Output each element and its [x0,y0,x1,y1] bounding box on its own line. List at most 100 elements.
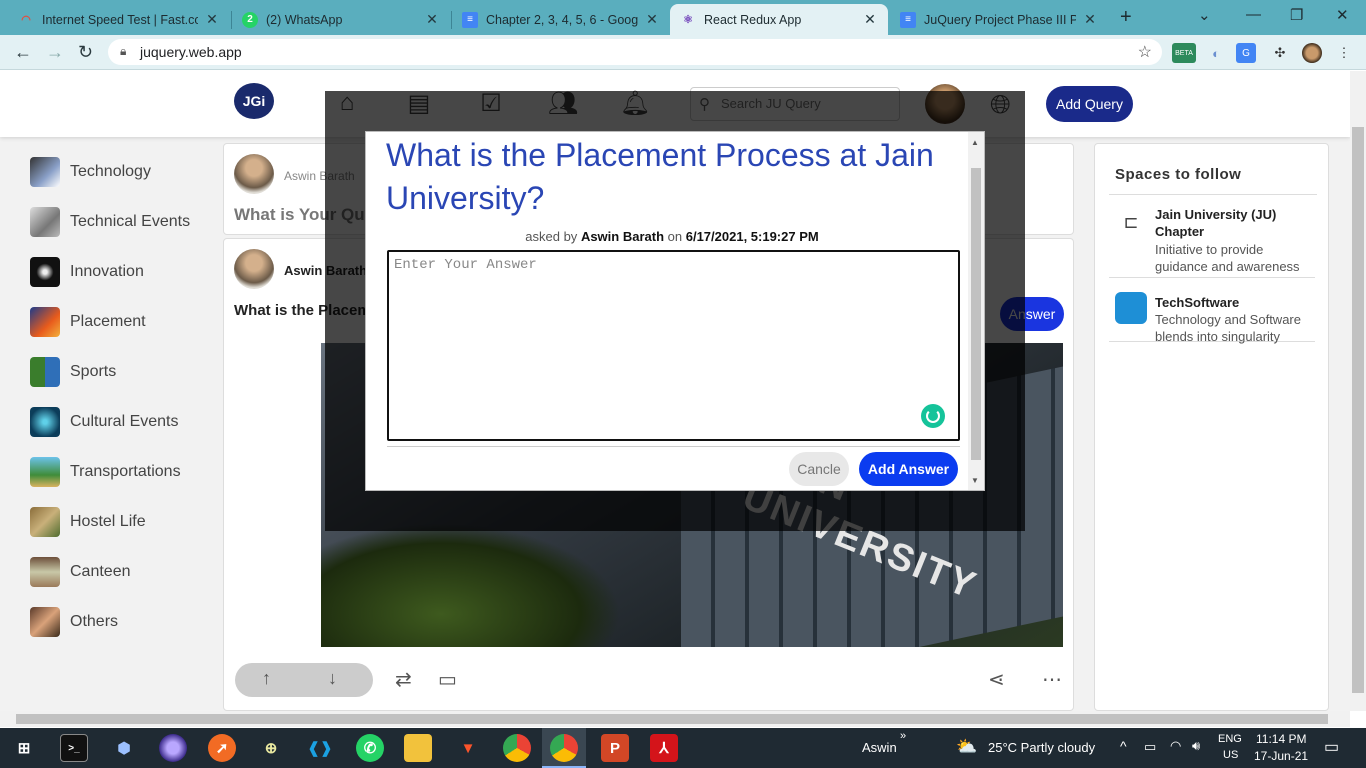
close-icon[interactable]: ✕ [204,11,220,28]
weather-text[interactable]: 25°C Partly cloudy [988,740,1095,755]
new-tab-button[interactable]: + [1120,6,1132,29]
sidebar-item-label: Technical Events [70,213,191,230]
close-icon[interactable]: ✕ [1082,11,1098,28]
chrome-profile-icon[interactable] [550,734,578,762]
url-text: juquery.web.app [140,44,242,60]
close-window-button[interactable]: ✕ [1336,6,1349,24]
tab-react-redux[interactable]: ⚛ React Redux App ✕ [670,4,888,35]
close-icon[interactable]: ✕ [424,11,440,28]
tab-title: JuQuery Project Phase III Presentation [924,12,1076,27]
asked-by-author: Aswin Barath [580,229,665,244]
vscode-icon[interactable]: ❰❱ [306,734,334,762]
clock-date[interactable]: 17-Jun-21 [1254,749,1308,763]
sidebar-item-others[interactable]: Others [22,597,212,647]
sidebar-item-cultural-events[interactable]: Cultural Events [22,397,212,447]
asked-on-text: on [667,229,683,244]
translate-icon[interactable]: G [1236,43,1256,63]
volume-icon[interactable]: 🔊︎ [1192,738,1200,754]
share-icon[interactable]: ⋖ [988,667,1005,692]
grammarly-icon[interactable] [921,404,945,428]
minimize-button[interactable]: — [1246,6,1261,23]
language-secondary[interactable]: US [1223,749,1238,761]
space-item[interactable]: TechSoftware Technology and Software ble… [1109,280,1315,344]
spaces-title: Spaces to follow [1115,166,1242,183]
tab-google-docs[interactable]: ≡ Chapter 2, 3, 4, 5, 6 - Google Docs ✕ [452,4,670,35]
wifi-icon[interactable]: ◠ [1170,738,1181,754]
tab-search-icon[interactable]: ⌄ [1198,6,1211,24]
weather-icon[interactable]: ⛅ [956,737,977,757]
close-icon[interactable]: ✕ [862,11,878,28]
space-item[interactable]: ⊏ Jain University (JU) Chapter Initiativ… [1109,198,1315,278]
powerpoint-icon[interactable]: P [601,734,629,762]
restore-button[interactable]: ❐ [1290,6,1303,24]
forward-icon[interactable]: → [46,42,64,63]
more-options-icon[interactable]: ⋯ [1042,667,1062,692]
tab-whatsapp[interactable]: 2 (2) WhatsApp ✕ [232,4,450,35]
bookmark-star-icon[interactable]: ☆ [1138,42,1152,62]
sidebar-item-sports[interactable]: Sports [22,347,212,397]
page-vertical-scrollbar[interactable] [1350,71,1366,711]
tab-fast[interactable]: ◠ Internet Speed Test | Fast.com ✕ [8,4,230,35]
asked-timestamp: 6/17/2021, 5:19:27 PM [685,229,819,244]
sidebar-item-label: Sports [70,363,117,380]
sports-thumbnail [30,357,60,387]
address-bar[interactable]: 🔒︎ juquery.web.app ☆ [108,39,1162,65]
chevron-icon[interactable]: » [900,730,906,742]
battery-icon[interactable]: ▭ [1144,739,1156,755]
upvote-arrow-icon[interactable]: ↑ [262,668,271,689]
repost-icon[interactable]: ⇄ [395,667,412,692]
add-answer-button[interactable]: Add Answer [859,452,958,486]
language-primary[interactable]: ENG [1218,733,1242,745]
beta-extension-icon[interactable]: BETA [1172,43,1196,63]
puzzle-icon[interactable]: ✣ [1270,43,1290,63]
close-icon[interactable]: ✕ [644,11,660,28]
vote-controls: ↑ ↓ [235,663,373,697]
windows-taskbar: ⊞ >_ ⬢ ➚ ⊕ ❰❱ ✆ ▼ P ⅄ Aswin » ⛅ 25°C Par… [0,728,1366,768]
tab-presentation[interactable]: ≡ JuQuery Project Phase III Presentation… [890,4,1108,35]
lock-icon[interactable]: 🔒︎ [120,44,126,59]
virtualbox-icon[interactable]: ⬢ [110,734,138,762]
terminal-icon[interactable]: >_ [60,734,88,762]
notifications-center-icon[interactable]: ▭ [1324,737,1339,757]
app-icon[interactable]: ⊕ [257,734,285,762]
acrobat-icon[interactable]: ⅄ [650,734,678,762]
sidebar-item-technical-events[interactable]: Technical Events [22,197,212,247]
sidebar-item-placement[interactable]: Placement [22,297,212,347]
modal-question-title: What is the Placement Process at Jain Un… [386,137,934,216]
clock-time[interactable]: 11:14 PM [1256,732,1306,746]
sidebar-item-innovation[interactable]: Innovation [22,247,212,297]
sidebar-item-technology[interactable]: Technology [22,147,212,197]
brave-icon[interactable]: ▼ [454,734,482,762]
profile-avatar[interactable] [1302,43,1322,63]
add-query-button[interactable]: Add Query [1046,86,1133,122]
postman-icon[interactable]: ➚ [208,734,236,762]
taskbar-user[interactable]: Aswin [862,740,897,755]
answer-textarea[interactable] [387,250,960,441]
innovation-thumbnail [30,257,60,287]
reload-icon[interactable]: ↻ [78,42,93,63]
technology-thumbnail [30,157,60,187]
app-logo[interactable]: JGi [234,83,274,119]
menu-icon[interactable]: ⋮ [1334,43,1354,63]
sidebar-item-hostel-life[interactable]: Hostel Life [22,497,212,547]
page-horizontal-scrollbar[interactable] [0,711,1350,727]
show-hidden-icons[interactable]: ^ [1120,738,1127,754]
spaces-to-follow-panel: Spaces to follow ⊏ Jain University (JU) … [1094,143,1329,711]
modal-scrollbar[interactable]: ▲ ▼ [968,132,984,490]
chrome-icon[interactable] [503,734,531,762]
downvote-arrow-icon[interactable]: ↓ [328,668,337,689]
avatar [234,249,274,289]
file-explorer-icon[interactable] [404,734,432,762]
extension-icon[interactable]: ◐ [1206,43,1226,63]
whatsapp-taskbar-icon[interactable]: ✆ [356,734,384,762]
answer-modal: What is the Placement Process at Jain Un… [365,131,985,491]
sidebar-item-label: Canteen [70,563,131,580]
cancel-button[interactable]: Cancle [789,452,849,486]
comment-icon[interactable]: ▭ [438,667,457,692]
sidebar-item-transportations[interactable]: Transportations [22,447,212,497]
eclipse-icon[interactable] [159,734,187,762]
sidebar-item-canteen[interactable]: Canteen [22,547,212,597]
space-name: Jain University (JU) Chapter [1155,207,1277,239]
windows-start-icon[interactable]: ⊞ [10,734,38,762]
back-icon[interactable]: ← [14,42,32,63]
